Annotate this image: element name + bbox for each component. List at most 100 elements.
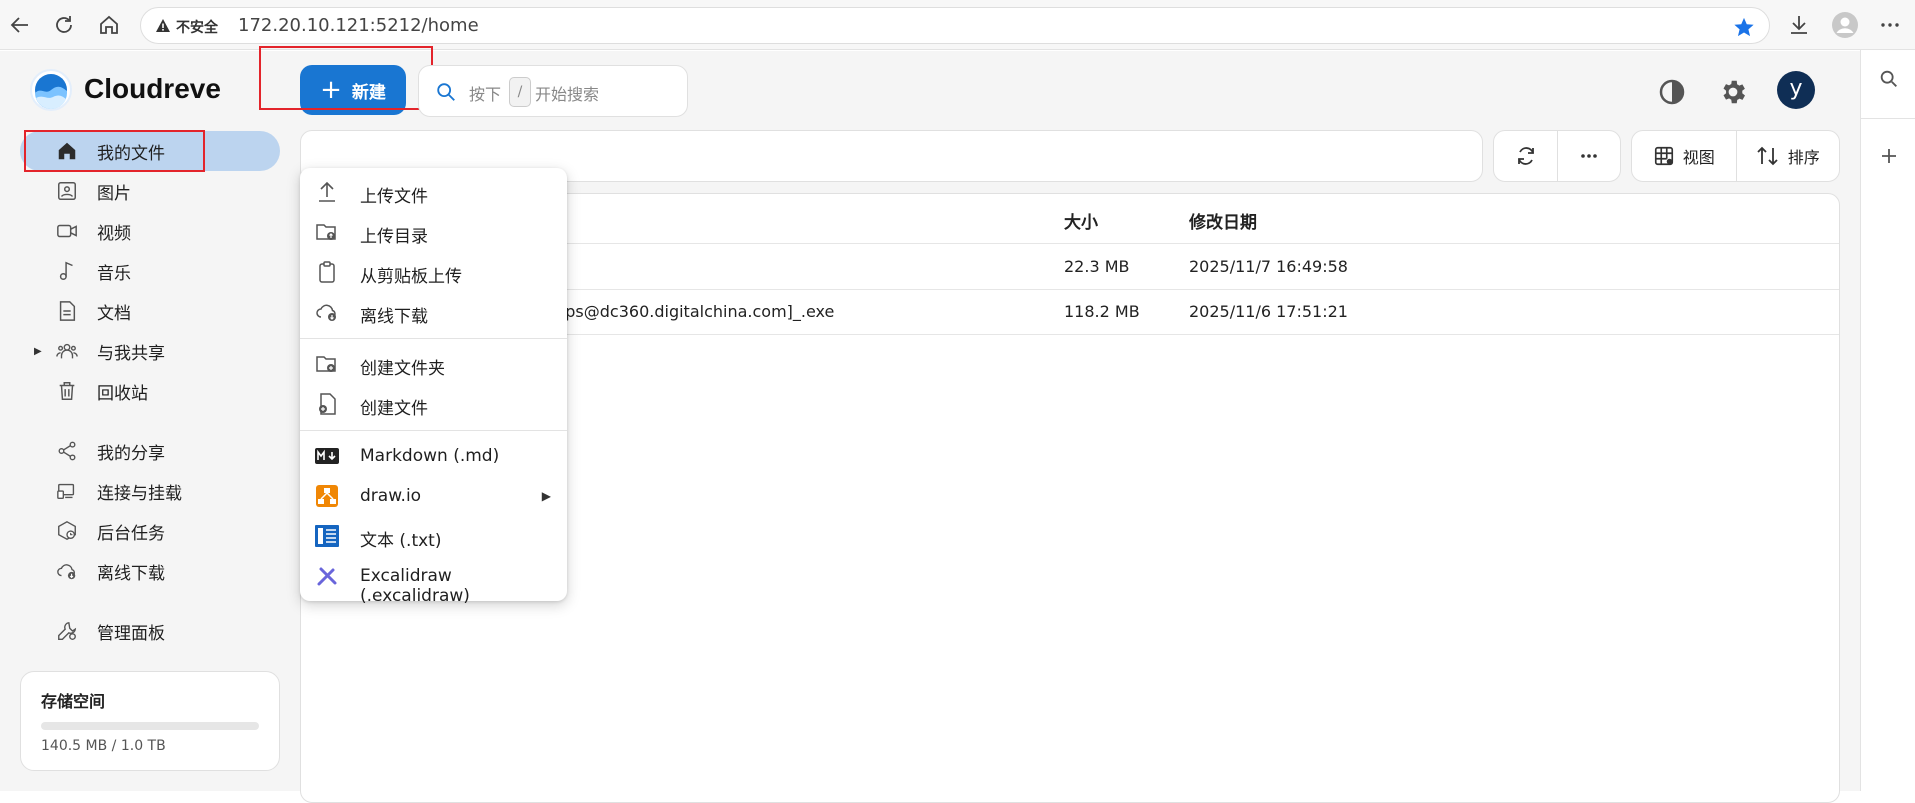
new-file-icon (315, 393, 339, 415)
sidebar-item-music[interactable]: 音乐 (20, 251, 280, 291)
file-name: tps@dc360.digitalchina.com]_.exe (559, 302, 835, 321)
sidebar-item-label: 我的分享 (97, 443, 165, 464)
task-icon (56, 520, 78, 542)
sidebar-item-label: 文档 (97, 303, 131, 324)
url-text[interactable]: 172.20.10.121:5212/home (238, 15, 479, 36)
column-header-modified[interactable]: 修改日期 (1189, 208, 1257, 233)
menu-item-upload-folder[interactable]: 上传目录 (300, 212, 567, 252)
refresh-button[interactable] (1494, 131, 1557, 181)
sort-icon (1757, 146, 1778, 166)
sidebar-item-label: 管理面板 (97, 623, 165, 644)
menu-item-drawio[interactable]: draw.io ▶ (300, 476, 567, 516)
view-sort-group: 视图 排序 (1631, 130, 1840, 182)
sidebar-item-documents[interactable]: 文档 (20, 291, 280, 331)
sidebar-item-label: 音乐 (97, 263, 131, 284)
search-icon (435, 81, 457, 103)
column-header-size[interactable]: 大小 (1064, 208, 1098, 233)
view-label: 视图 (1682, 148, 1715, 167)
sidebar-item-my-shares[interactable]: 我的分享 (20, 431, 280, 471)
insecure-label: 不安全 (176, 20, 218, 36)
menu-item-label: 文本 (.txt) (360, 531, 442, 551)
sidebar-item-label: 与我共享 (97, 343, 165, 364)
trash-icon (56, 380, 78, 402)
back-icon[interactable] (8, 13, 32, 37)
menu-item-markdown[interactable]: Markdown (.md) (300, 436, 567, 476)
storage-value: 140.5 MB / 1.0 TB (41, 738, 166, 754)
storage-card[interactable]: 存储空间 140.5 MB / 1.0 TB (20, 671, 280, 771)
menu-item-text-file[interactable]: 文本 (.txt) (300, 516, 567, 556)
storage-title: 存储空间 (41, 692, 106, 711)
image-icon (56, 180, 78, 202)
grid-view-icon (1654, 146, 1673, 166)
file-modified: 2025/11/7 16:49:58 (1189, 257, 1348, 276)
theme-toggle-icon[interactable] (1657, 77, 1687, 107)
brand-name: Cloudreve (84, 73, 221, 104)
menu-item-label: 创建文件 (360, 399, 428, 419)
cloudreve-app: Cloudreve 我的文件 图片 视频 音乐 文档 ▶ 与我共享 回收站 我的… (0, 46, 1860, 803)
downloads-icon[interactable] (1787, 13, 1811, 37)
highlight-box-my-files (24, 130, 205, 172)
sidebar-item-connections[interactable]: 连接与挂载 (20, 471, 280, 511)
new-folder-icon (315, 353, 339, 375)
sort-label: 排序 (1787, 148, 1820, 167)
music-icon (56, 260, 78, 282)
expand-caret-icon[interactable]: ▶ (34, 346, 42, 357)
more-options-button[interactable] (1557, 131, 1620, 181)
search-box[interactable]: 按下 / 开始搜索 (418, 65, 688, 117)
favorite-star-icon[interactable] (1733, 16, 1755, 38)
sidebar-item-background-tasks[interactable]: 后台任务 (20, 511, 280, 551)
browser-toolbar: 不安全 172.20.10.121:5212/home (0, 0, 1915, 50)
sidebar-item-label: 回收站 (97, 383, 148, 404)
menu-item-create-file[interactable]: 创建文件 (300, 384, 567, 424)
sidebar-item-images[interactable]: 图片 (20, 171, 280, 211)
add-sidebar-icon[interactable] (1879, 146, 1899, 166)
sidebar-item-trash[interactable]: 回收站 (20, 371, 280, 411)
menu-item-label: 上传文件 (360, 187, 428, 207)
sidebar-item-admin-panel[interactable]: 管理面板 (20, 611, 280, 651)
storage-progress-bar (41, 722, 259, 730)
view-button[interactable]: 视图 (1632, 131, 1736, 181)
browser-side-panel (1860, 50, 1915, 791)
address-bar[interactable]: 不安全 172.20.10.121:5212/home (140, 7, 1770, 44)
reload-icon[interactable] (52, 13, 76, 37)
more-horizontal-icon (1581, 154, 1597, 158)
sidebar-item-videos[interactable]: 视频 (20, 211, 280, 251)
new-dropdown-menu: 上传文件 上传目录 从剪贴板上传 离线下载 创建文件夹 创建文件 Markdow… (300, 168, 567, 606)
menu-item-upload-clipboard[interactable]: 从剪贴板上传 (300, 252, 567, 292)
settings-gear-icon[interactable] (1718, 77, 1748, 107)
sidebar-item-label: 后台任务 (97, 523, 165, 544)
document-icon (56, 300, 78, 322)
highlight-box-new-button (259, 46, 433, 110)
admin-icon (56, 620, 78, 642)
menu-item-excalidraw[interactable]: Excalidraw (.excalidraw) (300, 556, 567, 606)
menu-item-create-folder[interactable]: 创建文件夹 (300, 344, 567, 384)
warning-icon (155, 18, 171, 34)
refresh-icon (1517, 147, 1534, 165)
profile-icon[interactable] (1832, 12, 1858, 38)
cloud-download-icon (315, 301, 339, 323)
file-size: 118.2 MB (1064, 302, 1140, 321)
people-icon (56, 340, 78, 362)
menu-divider (300, 338, 567, 339)
menu-item-label: 上传目录 (360, 227, 428, 247)
search-sidebar-icon[interactable] (1878, 68, 1900, 90)
connect-icon (56, 480, 78, 502)
sidebar-item-offline-download[interactable]: 离线下载 (20, 551, 280, 591)
sidebar-item-label: 视频 (97, 223, 131, 244)
sidebar-item-label: 连接与挂载 (97, 483, 182, 504)
text-file-icon (315, 525, 339, 547)
menu-divider (300, 430, 567, 431)
excalidraw-icon (315, 565, 339, 587)
menu-item-upload-file[interactable]: 上传文件 (300, 172, 567, 212)
user-avatar[interactable]: y (1777, 71, 1815, 109)
sidebar-item-shared-with-me[interactable]: ▶ 与我共享 (20, 331, 280, 371)
search-hint-suffix: 开始搜索 (535, 85, 600, 104)
menu-item-label: 离线下载 (360, 307, 428, 327)
upload-icon (315, 181, 339, 203)
sort-button[interactable]: 排序 (1735, 131, 1840, 181)
menu-item-offline-download[interactable]: 离线下载 (300, 292, 567, 332)
search-shortcut-key: / (509, 77, 531, 107)
browser-menu-icon[interactable] (1878, 13, 1902, 37)
file-size: 22.3 MB (1064, 257, 1130, 276)
home-browser-icon[interactable] (97, 13, 121, 37)
